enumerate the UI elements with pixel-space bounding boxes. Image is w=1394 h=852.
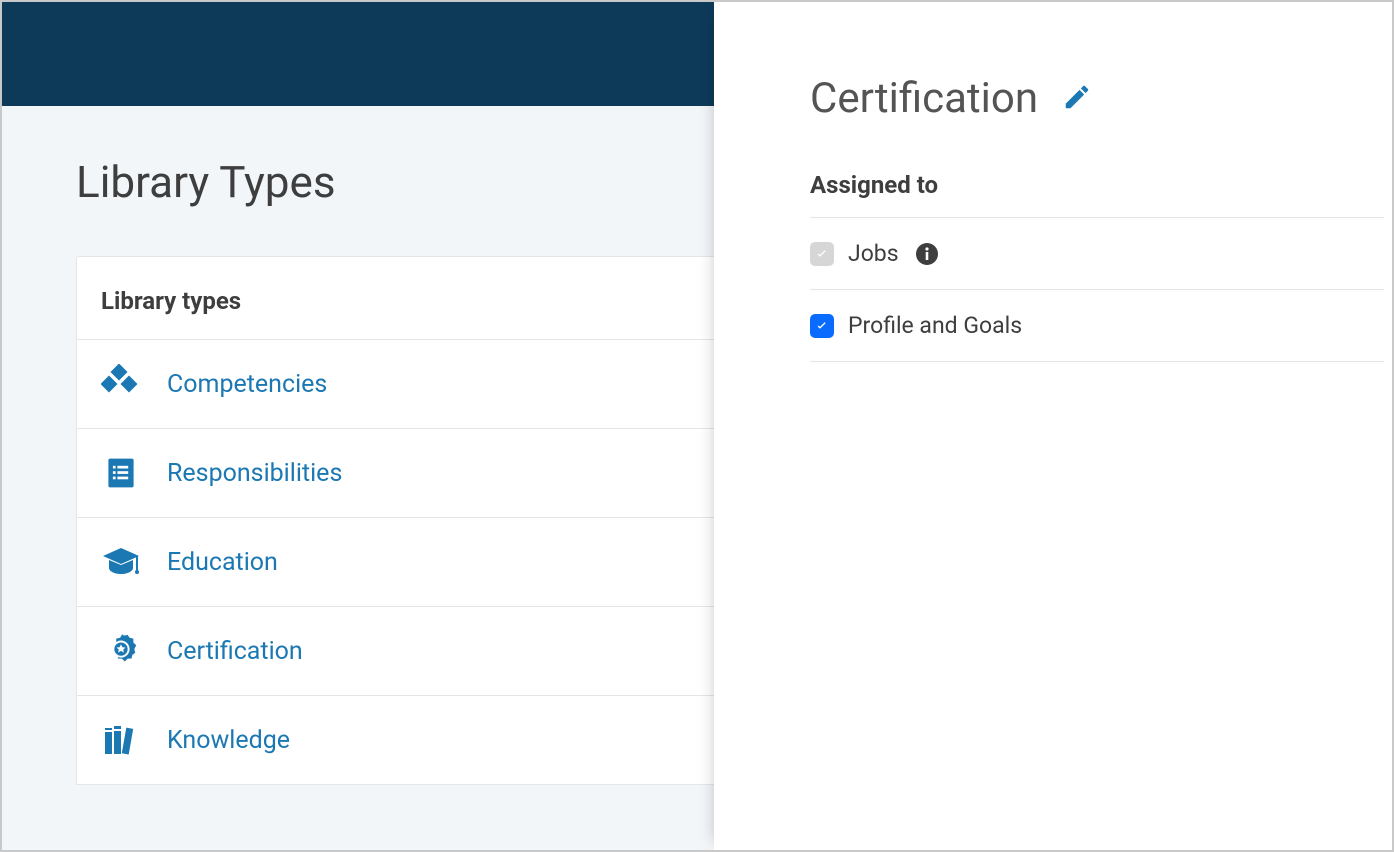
checkbox-profile-goals[interactable]	[810, 314, 834, 338]
checkbox-jobs	[810, 242, 834, 266]
card-heading: Library types	[77, 257, 715, 340]
top-navbar	[2, 2, 714, 106]
info-icon[interactable]	[915, 242, 939, 266]
assignment-row-jobs: Jobs	[810, 218, 1384, 290]
library-types-card: Library types Competencies	[76, 256, 716, 785]
books-icon	[101, 720, 141, 760]
graduation-cap-icon	[101, 542, 141, 582]
library-item-label: Responsibilities	[167, 459, 342, 488]
detail-title-row: Certification	[810, 74, 1392, 123]
left-panel: Library Types Library types Competencies	[2, 2, 714, 850]
detail-panel: Certification Assigned to Jobs	[714, 2, 1392, 850]
assigned-to-heading: Assigned to	[810, 171, 1384, 218]
library-item-competencies[interactable]: Competencies	[77, 340, 715, 429]
assignment-label: Jobs	[848, 240, 899, 267]
library-item-responsibilities[interactable]: Responsibilities	[77, 429, 715, 518]
library-item-education[interactable]: Education	[77, 518, 715, 607]
assignment-row-profile-goals[interactable]: Profile and Goals	[810, 290, 1384, 362]
diamonds-icon	[101, 364, 141, 404]
library-item-label: Certification	[167, 637, 303, 666]
app-frame: Library Types Library types Competencies	[0, 0, 1394, 852]
badge-icon	[101, 631, 141, 671]
library-item-knowledge[interactable]: Knowledge	[77, 696, 715, 784]
detail-title: Certification	[810, 74, 1038, 123]
clipboard-icon	[101, 453, 141, 493]
library-item-label: Competencies	[167, 370, 327, 399]
assignment-label: Profile and Goals	[848, 312, 1022, 339]
edit-icon[interactable]	[1062, 82, 1092, 116]
left-content: Library Types Library types Competencies	[2, 106, 714, 785]
library-item-label: Knowledge	[167, 726, 290, 755]
library-item-certification[interactable]: Certification	[77, 607, 715, 696]
library-item-label: Education	[167, 548, 278, 577]
page-title: Library Types	[76, 156, 714, 208]
